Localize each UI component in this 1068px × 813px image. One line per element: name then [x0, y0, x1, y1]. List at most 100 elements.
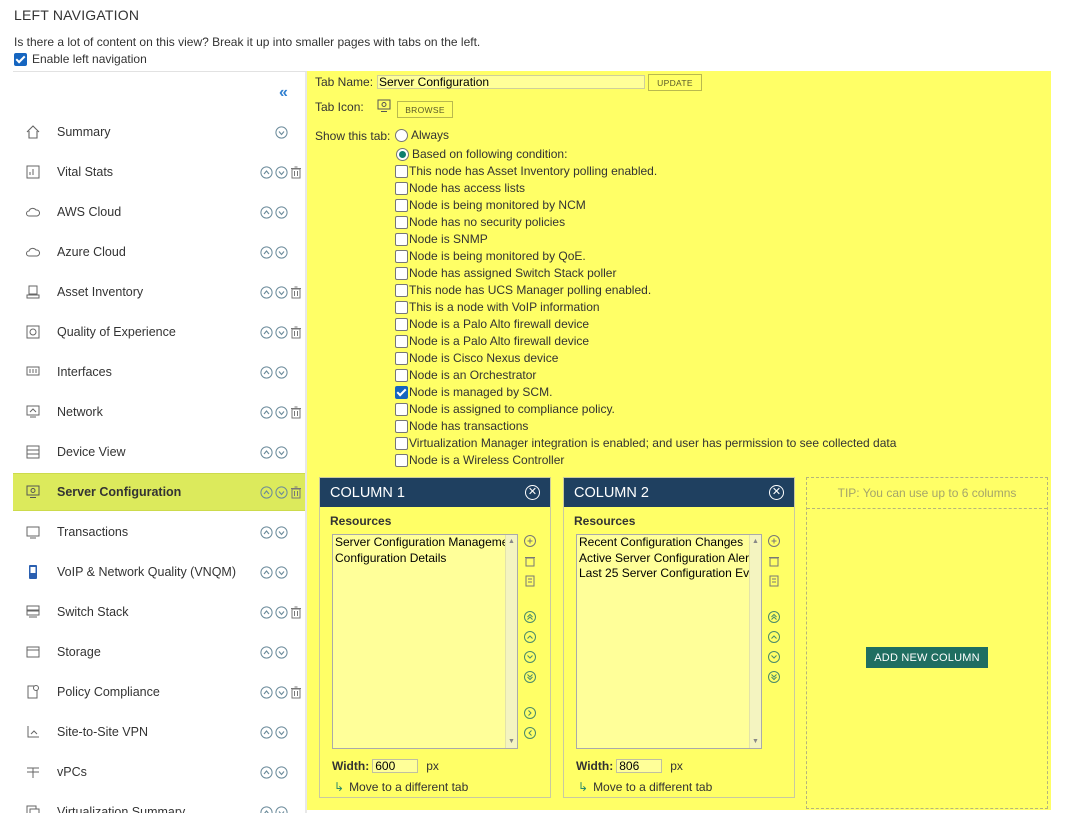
move-top-icon[interactable]: [523, 610, 537, 624]
move-down-icon[interactable]: [274, 365, 288, 379]
condition-row[interactable]: Node is SNMP: [395, 232, 488, 246]
condition-checkbox[interactable]: [395, 164, 408, 178]
condition-row[interactable]: Node has no security policies: [395, 215, 565, 229]
condition-checkbox[interactable]: [395, 215, 408, 229]
nav-item[interactable]: Vital Stats: [13, 153, 305, 191]
condition-row[interactable]: Node is Cisco Nexus device: [395, 351, 558, 365]
browse-button[interactable]: BROWSE: [397, 101, 453, 118]
condition-checkbox[interactable]: [395, 402, 408, 416]
edit-resource-icon[interactable]: [523, 574, 537, 588]
move-up-icon[interactable]: [259, 565, 273, 579]
list-item[interactable]: Last 25 Server Configuration Events: [577, 566, 761, 582]
condition-checkbox[interactable]: [395, 198, 408, 212]
move-up-icon[interactable]: [767, 630, 781, 644]
width-input[interactable]: 806: [616, 759, 663, 773]
move-tab-link[interactable]: ↳ Move to a different tab: [334, 780, 468, 794]
delete-resource-icon[interactable]: [523, 554, 537, 568]
move-top-icon[interactable]: [767, 610, 781, 624]
nav-item[interactable]: Switch Stack: [13, 593, 305, 631]
list-scrollbar[interactable]: ▲ ▼: [749, 535, 761, 748]
move-down-icon[interactable]: [274, 725, 288, 739]
nav-item[interactable]: VoIP & Network Quality (VNQM): [13, 553, 305, 591]
nav-item[interactable]: Virtualization Summary: [13, 793, 305, 813]
move-down-icon[interactable]: [274, 165, 288, 179]
move-up-icon[interactable]: [259, 405, 273, 419]
move-down-icon[interactable]: [274, 645, 288, 659]
move-up-icon[interactable]: [259, 245, 273, 259]
list-item[interactable]: Active Server Configuration Alerts: [577, 551, 761, 567]
move-down-icon[interactable]: [274, 765, 288, 779]
always-radio-row[interactable]: Always: [395, 128, 449, 142]
nav-item[interactable]: Azure Cloud: [13, 233, 305, 271]
move-up-icon[interactable]: [523, 630, 537, 644]
move-down-icon[interactable]: [523, 650, 537, 664]
move-down-icon[interactable]: [274, 805, 288, 813]
nav-item[interactable]: Site-to-Site VPN: [13, 713, 305, 751]
condition-checkbox[interactable]: [395, 317, 408, 331]
condition-row[interactable]: Virtualization Manager integration is en…: [395, 436, 896, 450]
condition-row[interactable]: Node has access lists: [395, 181, 525, 195]
condition-checkbox[interactable]: [395, 249, 408, 263]
condition-checkbox[interactable]: [395, 436, 408, 450]
close-column-icon[interactable]: ✕: [769, 485, 784, 500]
move-up-icon[interactable]: [259, 485, 273, 499]
move-down-icon[interactable]: [274, 325, 288, 339]
delete-icon[interactable]: [289, 685, 303, 699]
move-down-icon[interactable]: [274, 485, 288, 499]
tab-name-input[interactable]: Server Configuration: [377, 75, 645, 89]
move-down-icon[interactable]: [274, 605, 288, 619]
move-up-icon[interactable]: [259, 205, 273, 219]
condition-row[interactable]: This node has Asset Inventory polling en…: [395, 164, 657, 178]
move-up-icon[interactable]: [259, 805, 273, 813]
move-down-icon[interactable]: [274, 285, 288, 299]
resource-list[interactable]: Server Configuration Management Configur…: [332, 534, 518, 749]
delete-icon[interactable]: [289, 165, 303, 179]
delete-icon[interactable]: [289, 325, 303, 339]
nav-item[interactable]: Network: [13, 393, 305, 431]
enable-left-nav-row[interactable]: Enable left navigation: [14, 52, 147, 66]
delete-icon[interactable]: [289, 485, 303, 499]
condition-checkbox[interactable]: [395, 368, 408, 382]
list-item[interactable]: Recent Configuration Changes: [577, 535, 761, 551]
move-up-icon[interactable]: [259, 165, 273, 179]
add-resource-icon[interactable]: [523, 534, 537, 548]
condition-checkbox[interactable]: [395, 300, 408, 314]
condition-checkbox[interactable]: [395, 334, 408, 348]
move-up-icon[interactable]: [259, 765, 273, 779]
move-tab-link[interactable]: ↳ Move to a different tab: [578, 780, 712, 794]
nav-item[interactable]: Storage: [13, 633, 305, 671]
move-down-icon[interactable]: [767, 650, 781, 664]
nav-item[interactable]: Summary: [13, 113, 305, 151]
condition-checkbox[interactable]: [395, 419, 408, 433]
move-up-icon[interactable]: [259, 645, 273, 659]
list-item[interactable]: Server Configuration Management: [333, 535, 517, 551]
condition-radio-row[interactable]: Based on following condition:: [395, 147, 567, 161]
list-item[interactable]: Configuration Details: [333, 551, 517, 567]
update-button[interactable]: UPDATE: [648, 74, 702, 91]
move-down-icon[interactable]: [274, 125, 288, 139]
delete-icon[interactable]: [289, 285, 303, 299]
nav-item[interactable]: Asset Inventory: [13, 273, 305, 311]
move-up-icon[interactable]: [259, 525, 273, 539]
condition-row[interactable]: Node is a Palo Alto firewall device: [395, 334, 589, 348]
list-scrollbar[interactable]: ▲ ▼: [505, 535, 517, 748]
condition-row[interactable]: Node is being monitored by NCM: [395, 198, 586, 212]
add-resource-icon[interactable]: [767, 534, 781, 548]
condition-row[interactable]: Node has transactions: [395, 419, 528, 433]
condition-checkbox[interactable]: [395, 181, 408, 195]
condition-row[interactable]: Node is an Orchestrator: [395, 368, 536, 382]
condition-radio[interactable]: [396, 147, 409, 161]
condition-row[interactable]: Node is being monitored by QoE.: [395, 249, 586, 263]
move-up-icon[interactable]: [259, 605, 273, 619]
move-down-icon[interactable]: [274, 205, 288, 219]
edit-resource-icon[interactable]: [767, 574, 781, 588]
condition-checkbox[interactable]: [395, 453, 408, 467]
move-bottom-icon[interactable]: [767, 670, 781, 684]
move-left-icon[interactable]: [523, 726, 537, 740]
always-radio[interactable]: [395, 128, 408, 142]
close-column-icon[interactable]: ✕: [525, 485, 540, 500]
resource-list[interactable]: Recent Configuration Changes Active Serv…: [576, 534, 762, 749]
move-up-icon[interactable]: [259, 685, 273, 699]
enable-left-nav-checkbox[interactable]: [14, 52, 27, 66]
condition-checkbox[interactable]: [395, 266, 408, 280]
